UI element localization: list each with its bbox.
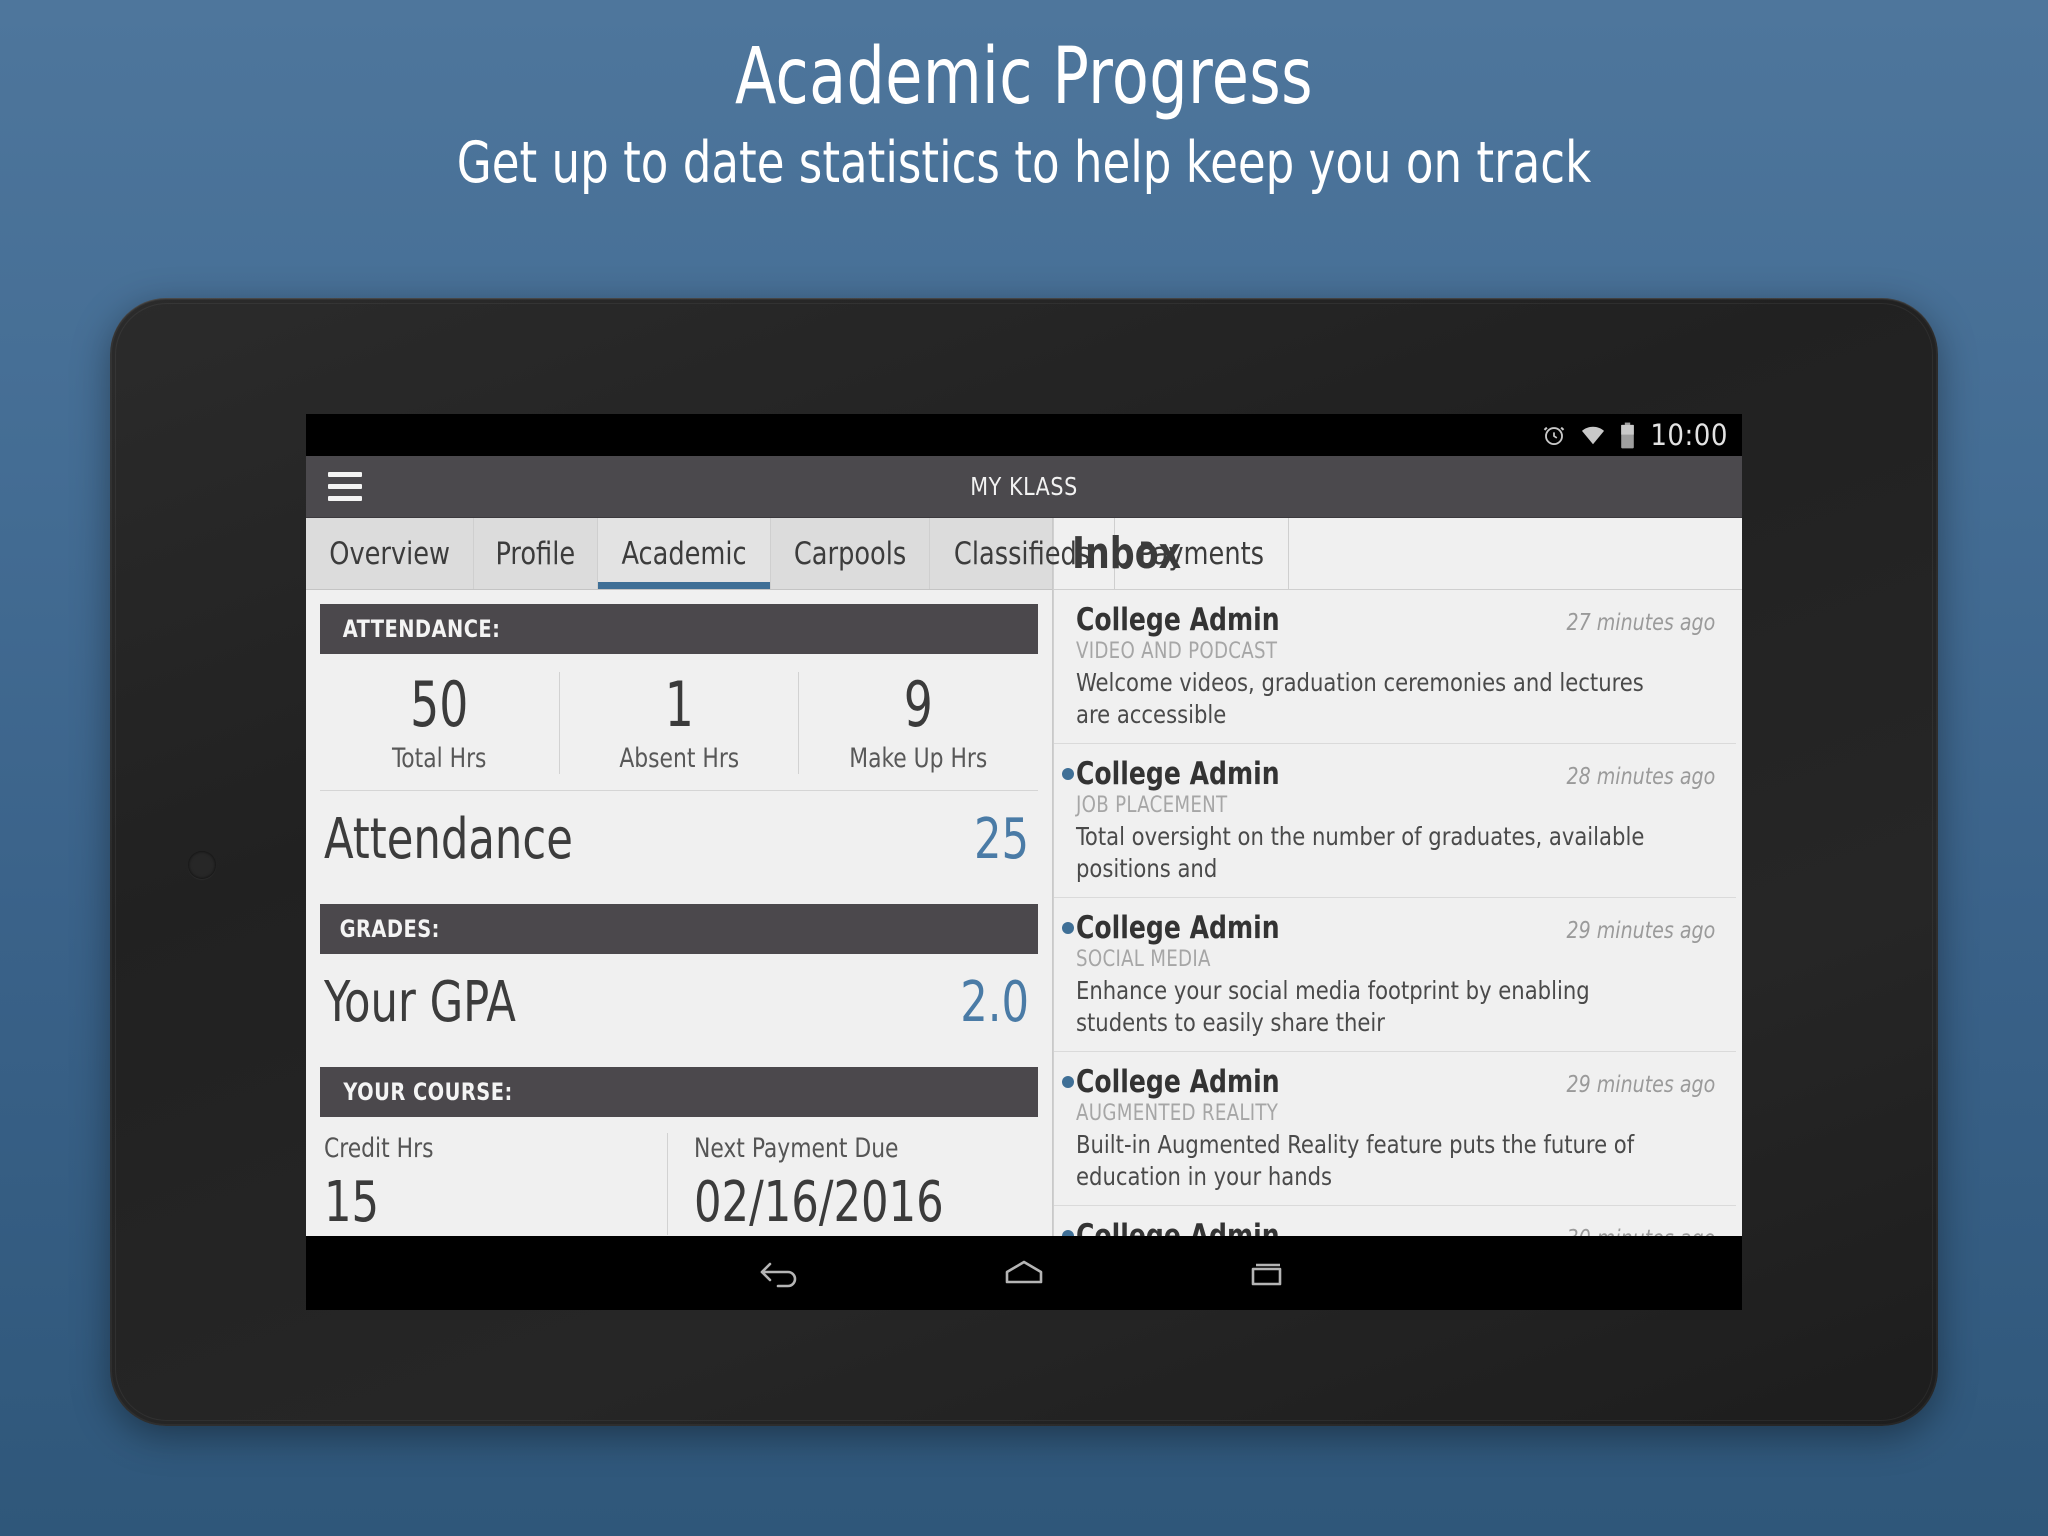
attendance-summary-value: 25 xyxy=(974,807,1030,873)
attendance-section-label: ATTENDANCE: xyxy=(342,615,501,643)
unread-indicator-icon xyxy=(1061,1230,1074,1236)
gpa-label: Your GPA xyxy=(324,970,516,1036)
tab-profile-label: Profile xyxy=(495,535,576,572)
list-item[interactable]: College Admin 30 minutes ago SURVEY INTE… xyxy=(1054,1206,1736,1236)
list-item[interactable]: College Admin 29 minutes ago SOCIAL MEDI… xyxy=(1053,898,1736,1052)
message-sender: College Admin xyxy=(1075,756,1280,792)
tab-classifieds-label: Classifieds xyxy=(954,535,1091,572)
home-icon[interactable] xyxy=(998,1256,1050,1290)
course-credit-hrs-label: Credit Hrs xyxy=(324,1133,434,1165)
unread-indicator-icon xyxy=(1061,768,1074,780)
tab-carpools-label: Carpools xyxy=(793,535,907,572)
message-sender: College Admin xyxy=(1075,1064,1280,1100)
tab-academic[interactable]: Academic xyxy=(597,518,771,589)
attendance-section-header: ATTENDANCE: xyxy=(320,604,1038,654)
hamburger-menu-icon[interactable] xyxy=(328,472,362,501)
app-title: MY KLASS xyxy=(970,472,1078,501)
stat-total-hrs-value: 50 xyxy=(410,668,469,741)
wifi-icon xyxy=(1579,422,1607,448)
stat-total-hrs-label: Total Hrs xyxy=(392,743,487,775)
content-area: Overview Profile Academic Carpools Class… xyxy=(306,518,1742,1236)
stat-makeup-hrs: 9 Make Up Hrs xyxy=(799,672,1038,774)
stat-makeup-hrs-label: Make Up Hrs xyxy=(849,743,988,775)
message-preview: Built-in Augmented Reality feature puts … xyxy=(1075,1130,1634,1191)
back-icon[interactable] xyxy=(756,1256,808,1290)
course-credit-hrs-value: 15 xyxy=(324,1170,380,1236)
list-item[interactable]: College Admin 27 minutes ago VIDEO AND P… xyxy=(1053,590,1736,744)
stat-absent-hrs-value: 1 xyxy=(664,668,694,741)
message-preview: Welcome videos, graduation ceremonies an… xyxy=(1075,668,1644,729)
message-timestamp: 27 minutes ago xyxy=(1566,610,1716,636)
course-next-payment: Next Payment Due 02/16/2016 xyxy=(668,1133,1037,1235)
tab-carpools[interactable]: Carpools xyxy=(771,518,931,589)
stat-absent-hrs-label: Absent Hrs xyxy=(618,743,739,775)
list-item[interactable]: College Admin 29 minutes ago AUGMENTED R… xyxy=(1053,1052,1736,1206)
grades-section-header: GRADES: xyxy=(320,904,1038,955)
course-credit-hrs: Credit Hrs 15 xyxy=(320,1133,669,1236)
tablet-device: 10:00 MY KLASS Overview Profile Academic… xyxy=(110,298,1938,1426)
unread-indicator-icon xyxy=(1061,1076,1074,1088)
course-section-label: YOUR COURSE: xyxy=(343,1078,513,1107)
recents-icon[interactable] xyxy=(1240,1256,1292,1290)
message-timestamp: 29 minutes ago xyxy=(1566,1072,1716,1098)
message-timestamp: 30 minutes ago xyxy=(1567,1226,1716,1236)
message-timestamp: 29 minutes ago xyxy=(1566,918,1716,944)
attendance-summary-row: Attendance 25 xyxy=(320,791,1038,891)
tab-overview-label: Overview xyxy=(329,535,451,572)
front-camera-icon xyxy=(188,851,216,879)
android-navigation-bar xyxy=(306,1236,1742,1310)
message-sender: College Admin xyxy=(1075,602,1280,638)
stat-makeup-hrs-value: 9 xyxy=(903,668,933,741)
gpa-row: Your GPA 2.0 xyxy=(320,954,1038,1054)
tablet-screen: 10:00 MY KLASS Overview Profile Academic… xyxy=(306,414,1742,1310)
status-time: 10:00 xyxy=(1650,418,1728,452)
message-header: College Admin 29 minutes ago xyxy=(1076,1064,1722,1100)
message-preview: Enhance your social media footprint by e… xyxy=(1075,976,1590,1037)
promo-header: Academic Progress Get up to date statist… xyxy=(0,0,2048,198)
list-item[interactable]: College Admin 28 minutes ago JOB PLACEME… xyxy=(1053,744,1736,898)
message-header: College Admin 30 minutes ago xyxy=(1076,1218,1722,1236)
message-category: SOCIAL MEDIA xyxy=(1075,947,1211,972)
attendance-stats-row: 50 Total Hrs 1 Absent Hrs 9 Make Up Hrs xyxy=(320,654,1038,792)
message-preview: Total oversight on the number of graduat… xyxy=(1075,822,1644,883)
grades-section-label: GRADES: xyxy=(339,915,440,944)
tab-bar: Overview Profile Academic Carpools Class… xyxy=(306,518,1289,590)
inbox-pane: Inbox College Admin 27 minutes ago VIDEO… xyxy=(1052,518,1742,1236)
tab-academic-label: Academic xyxy=(621,535,747,572)
unread-indicator-icon xyxy=(1061,922,1074,934)
academic-scroll-region[interactable]: ATTENDANCE: 50 Total Hrs 1 Absent Hrs 9 xyxy=(306,590,1052,1236)
promo-subtitle: Get up to date statistics to help keep y… xyxy=(456,130,1592,197)
action-bar: MY KLASS xyxy=(306,456,1742,518)
message-header: College Admin 27 minutes ago xyxy=(1076,602,1722,638)
course-details-grid: Credit Hrs 15 Next Payment Due 02/16/201… xyxy=(320,1117,1038,1236)
alarm-clock-icon xyxy=(1541,422,1567,448)
course-next-payment-label: Next Payment Due xyxy=(694,1133,899,1165)
message-category: AUGMENTED REALITY xyxy=(1075,1101,1278,1126)
academic-pane: Overview Profile Academic Carpools Class… xyxy=(306,518,1289,1236)
tab-profile[interactable]: Profile xyxy=(474,518,598,589)
inbox-message-list[interactable]: College Admin 27 minutes ago VIDEO AND P… xyxy=(1053,590,1742,1236)
attendance-summary-label: Attendance xyxy=(324,807,573,873)
course-next-payment-value: 02/16/2016 xyxy=(694,1170,944,1236)
message-category: VIDEO AND PODCAST xyxy=(1075,639,1277,664)
message-timestamp: 28 minutes ago xyxy=(1566,764,1716,790)
stat-absent-hrs: 1 Absent Hrs xyxy=(560,668,800,775)
message-header: College Admin 28 minutes ago xyxy=(1076,756,1722,792)
promo-title: Academic Progress xyxy=(734,32,1314,122)
message-sender: College Admin xyxy=(1075,910,1280,946)
battery-icon xyxy=(1619,422,1636,449)
course-section-header: YOUR COURSE: xyxy=(320,1067,1038,1118)
status-bar: 10:00 xyxy=(306,414,1742,456)
tab-overview[interactable]: Overview xyxy=(306,518,475,589)
inbox-title: Inbox xyxy=(1071,528,1181,579)
message-category: JOB PLACEMENT xyxy=(1075,793,1228,818)
gpa-value: 2.0 xyxy=(960,970,1030,1036)
message-header: College Admin 29 minutes ago xyxy=(1076,910,1722,946)
message-sender: College Admin xyxy=(1075,1218,1280,1236)
stat-total-hrs: 50 Total Hrs xyxy=(320,668,560,775)
